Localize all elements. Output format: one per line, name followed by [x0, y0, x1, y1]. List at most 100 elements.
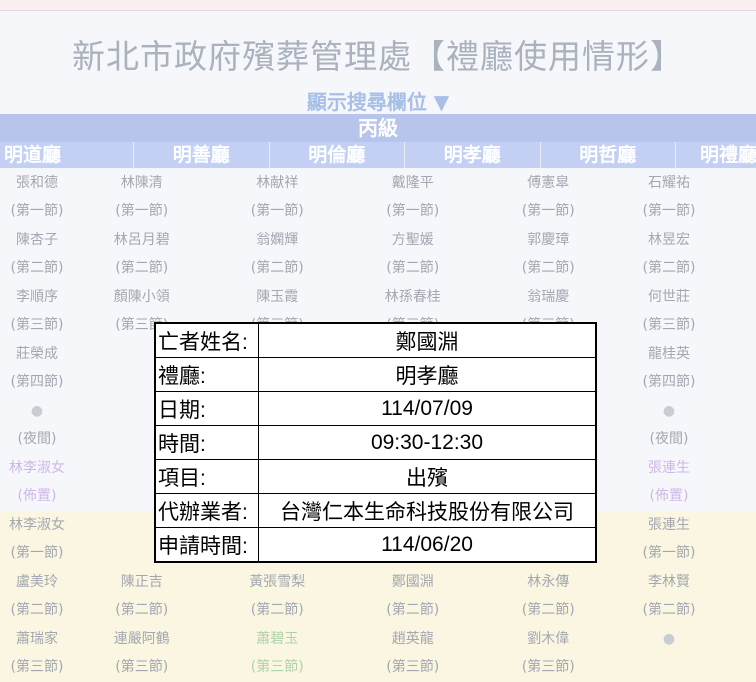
session-label: (夜間): [649, 431, 689, 447]
booking-cell[interactable]: 鄭國淵 (第二節): [345, 568, 481, 625]
booking-cell[interactable]: ● (夜間): [616, 397, 722, 454]
hall-header: 明道廳: [0, 142, 134, 168]
booking-cell[interactable]: 郭慶璋 (第二節): [481, 226, 617, 283]
booking-cell[interactable]: 林呂月碧 (第二節): [74, 226, 210, 283]
deceased-name: 林昱宏: [648, 232, 690, 248]
page-title: 新北市政府殯葬管理處【禮廳使用情形】: [72, 37, 684, 76]
session-label: (第三節): [642, 317, 696, 333]
deceased-name: 陳杏子: [16, 232, 58, 248]
hall-header: 明善廳: [134, 142, 270, 168]
booking-cell[interactable]: 方聖媛 (第二節): [345, 226, 481, 283]
deceased-name: 莊榮成: [16, 346, 58, 362]
detail-row: 亡者姓名: 鄭國淵: [154, 322, 597, 358]
deceased-name: 何世莊: [648, 289, 690, 305]
detail-label: 申請時間:: [154, 527, 259, 563]
deceased-name: 方聖媛: [391, 232, 434, 248]
detail-row: 時間: 09:30-12:30: [154, 425, 597, 460]
booking-cell[interactable]: 盧美玲 (第二節): [0, 568, 74, 625]
hall-header: 明倫廳: [270, 142, 405, 168]
detail-label: 日期:: [154, 391, 259, 426]
session-label: (第三節): [10, 317, 64, 333]
deceased-name: 郭慶璋: [527, 232, 570, 248]
session-label: (第二節): [115, 260, 169, 276]
detail-row: 代辦業者: 台灣仁本生命科技股份有限公司: [154, 493, 597, 528]
session-label: (第二節): [386, 602, 440, 618]
session-label: (第三節): [250, 659, 304, 675]
deceased-name: 林孫春桂: [384, 289, 441, 305]
booking-cell[interactable]: 陳杏子 (第二節): [0, 226, 74, 283]
detail-label: 代辦業者:: [154, 493, 259, 528]
session-label: (第一節): [642, 545, 696, 561]
detail-label: 禮廳:: [154, 357, 259, 392]
detail-row: 申請時間: 114/06/20: [154, 527, 597, 563]
deceased-name: 龍桂英: [648, 346, 690, 362]
deceased-name: 鄭國淵: [391, 574, 434, 590]
deceased-name: 林永傳: [527, 574, 570, 590]
booking-detail-tooltip: 亡者姓名: 鄭國淵 禮廳: 明孝廳 日期: 114/07/09 時間: 09:30-12:30…: [154, 322, 597, 563]
booking-cell[interactable]: 傅憲皐 (第一節): [481, 169, 617, 226]
detail-row: 禮廳: 明孝廳: [154, 357, 597, 392]
deceased-name: 傅憲皐: [527, 175, 570, 191]
booking-cell[interactable]: 李順序 (第三節): [0, 283, 74, 340]
booking-cell[interactable]: 張連生 (佈置): [616, 454, 722, 511]
booking-cell[interactable]: 林陳清 (第一節): [74, 169, 210, 226]
detail-label: 項目:: [154, 459, 259, 494]
booking-cell[interactable]: 李林賢 (第二節): [616, 568, 722, 625]
deceased-name: 翁嫻輝: [256, 232, 299, 248]
booking-cell[interactable]: ● (夜間): [0, 397, 74, 454]
booking-cell[interactable]: 林昱宏 (第二節): [616, 226, 722, 283]
detail-value: 鄭國淵: [258, 322, 597, 358]
session-label: (第三節): [521, 659, 575, 675]
booking-cell[interactable]: 林永傳 (第二節): [481, 568, 617, 625]
deceased-name: 趙英龍: [391, 631, 434, 647]
deceased-name: 戴隆平: [391, 175, 434, 191]
booking-cell[interactable]: 石耀祐 (第一節): [616, 169, 722, 226]
schedule-row: 陳杏子 (第二節) 林呂月碧 (第二節) 翁嫻輝 (第二節) 方聖媛 (第二節) 郭慶璋 (第二節…: [0, 226, 756, 283]
session-label: (第二節): [642, 602, 696, 618]
show-search-toggle[interactable]: 顯示搜尋欄位 ▼: [0, 86, 756, 115]
session-label: (佈置): [649, 488, 689, 504]
session-label: (第三節): [386, 659, 440, 675]
booking-cell[interactable]: 莊榮成 (第四節): [0, 340, 74, 397]
booking-cell[interactable]: 蕭瑞家 (第三節): [0, 625, 74, 682]
session-label: (第一節): [115, 203, 169, 219]
session-label: (第二節): [386, 260, 440, 276]
booking-cell[interactable]: 張和德 (第一節): [0, 169, 74, 226]
deceased-name: 林李淑女: [9, 517, 65, 533]
detail-value: 114/06/20: [258, 527, 597, 563]
detail-value: 09:30-12:30: [258, 425, 597, 460]
booking-cell[interactable]: 連嚴阿鶴 (第三節): [74, 625, 210, 682]
session-label: (第二節): [250, 602, 304, 618]
deceased-name: 連嚴阿鶴: [113, 631, 170, 647]
deceased-name: 盧美玲: [16, 574, 58, 590]
booking-cell[interactable]: 林献祥 (第一節): [210, 169, 346, 226]
detail-value: 明孝廳: [258, 357, 597, 392]
deceased-name: 陳正吉: [120, 574, 163, 590]
booking-cell[interactable]: 趙英龍 (第三節): [345, 625, 481, 682]
session-label: (夜間): [17, 431, 57, 447]
booking-cell[interactable]: 蕭碧玉 (第三節): [210, 625, 346, 682]
deceased-name: 黃張雪梨: [249, 574, 306, 590]
booking-cell[interactable]: 戴隆平 (第一節): [345, 169, 481, 226]
booking-cell[interactable]: ●: [616, 625, 722, 682]
booking-cell[interactable]: 龍桂英 (第四節): [616, 340, 722, 397]
deceased-name: 張連生: [648, 460, 690, 476]
booking-cell[interactable]: 翁嫻輝 (第二節): [210, 226, 346, 283]
session-label: (第一節): [386, 203, 440, 219]
session-label: (第二節): [521, 602, 575, 618]
booking-cell[interactable]: 張連生 (第一節): [616, 511, 722, 568]
session-label: (第四節): [642, 374, 696, 390]
deceased-name: 顏陳小領: [113, 289, 170, 305]
dot-icon: ●: [662, 631, 676, 647]
booking-cell[interactable]: 林李淑女 (佈置): [0, 454, 74, 511]
booking-cell[interactable]: 劉木偉 (第三節): [481, 625, 617, 682]
booking-cell[interactable]: 林李淑女 (第一節): [0, 511, 74, 568]
grade-header: 丙級: [0, 114, 756, 142]
detail-row: 日期: 114/07/09: [154, 391, 597, 426]
booking-cell[interactable]: 何世莊 (第三節): [616, 283, 722, 340]
deceased-name: 石耀祐: [648, 175, 690, 191]
session-label: (第三節): [10, 659, 64, 675]
booking-cell[interactable]: 黃張雪梨 (第二節): [210, 568, 346, 625]
booking-cell[interactable]: 陳正吉 (第二節): [74, 568, 210, 625]
deceased-name: 李林賢: [648, 574, 690, 590]
